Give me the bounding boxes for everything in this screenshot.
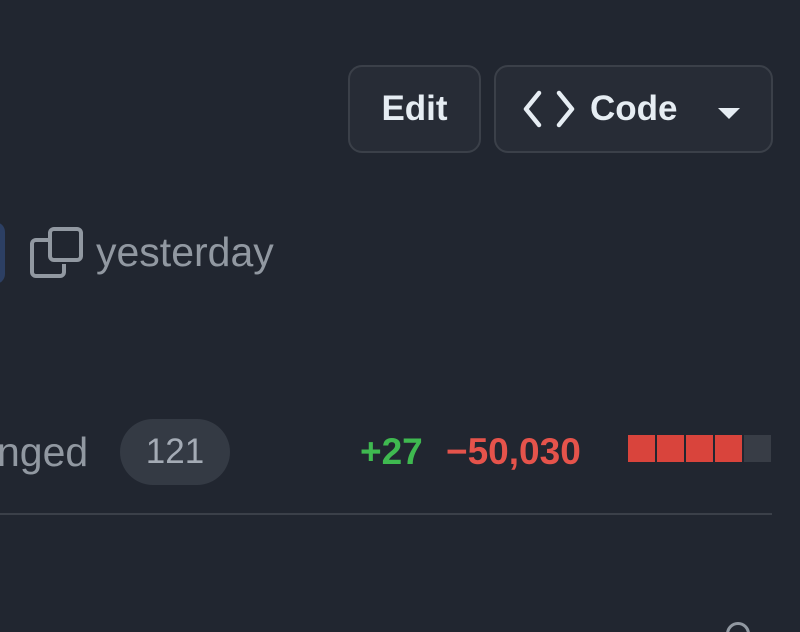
edit-button-label: Edit	[381, 89, 448, 128]
diffstat-block-deleted	[628, 435, 655, 462]
partial-chip	[0, 222, 5, 284]
triangle-down-icon	[717, 89, 740, 129]
diffstat-block-deleted	[715, 435, 742, 462]
copy-icon[interactable]	[28, 226, 84, 278]
lines-deleted-count: −50,030	[446, 431, 581, 472]
edit-button[interactable]: Edit	[348, 65, 481, 153]
lines-added-count: +27	[360, 431, 423, 472]
partial-circle-icon	[726, 622, 750, 632]
code-brackets-icon	[522, 89, 576, 129]
diffstat-block-deleted	[686, 435, 713, 462]
section-divider	[0, 513, 772, 515]
diffstat-block-neutral	[744, 435, 771, 462]
diffstat-bar	[628, 435, 771, 462]
diffstat-block-deleted	[657, 435, 684, 462]
relative-timestamp: yesterday	[96, 229, 274, 275]
code-button-label: Code	[590, 89, 678, 128]
files-changed-label: nged	[0, 429, 89, 475]
code-dropdown-button[interactable]: Code	[494, 65, 773, 153]
files-changed-count-badge: 121	[120, 419, 230, 485]
pull-request-header-fragment: Edit Code yesterday nged 121 +27 −50,030	[0, 0, 800, 632]
